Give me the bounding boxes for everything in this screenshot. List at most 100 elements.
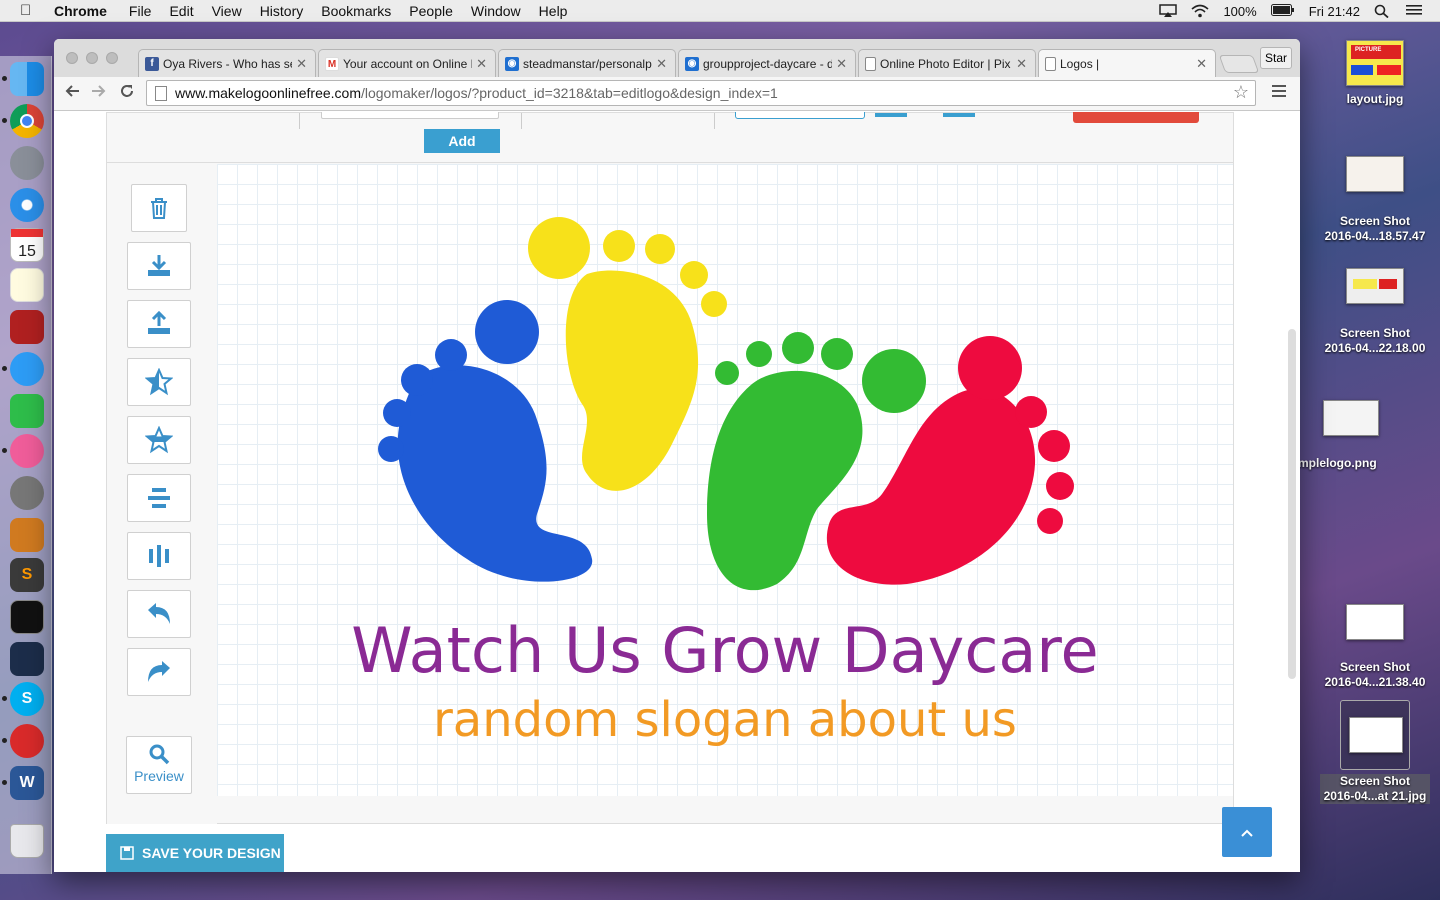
menubar-clock[interactable]: Fri 21:42 (1309, 4, 1360, 19)
calculator-icon[interactable] (10, 518, 44, 552)
color-input[interactable] (735, 112, 865, 119)
bookmark-star-icon[interactable]: ☆ (1233, 82, 1249, 103)
redo-button[interactable] (127, 648, 191, 696)
wunderlist-icon[interactable] (10, 724, 44, 758)
menu-help[interactable]: Help (539, 3, 568, 19)
new-tab-button[interactable] (1218, 55, 1260, 73)
airplay-icon[interactable] (1159, 4, 1178, 18)
reload-icon[interactable] (117, 83, 137, 104)
trash-icon[interactable] (10, 824, 44, 858)
tab-github-personal[interactable]: ◉ steadmanstar/personalp ✕ (498, 49, 676, 77)
launchpad-icon[interactable] (10, 146, 44, 180)
safari-icon[interactable] (10, 188, 44, 222)
desktop-file-sublabel: 2016-04...22.18.00 (1324, 341, 1426, 355)
save-design-button[interactable]: SAVE YOUR DESIGN (106, 834, 284, 872)
notes-icon[interactable] (10, 268, 44, 302)
sublime-text-icon[interactable]: S (10, 558, 44, 592)
notification-center-icon[interactable] (1406, 4, 1424, 18)
file-thumbnail (1346, 156, 1404, 192)
text-input[interactable] (321, 112, 499, 119)
chrome-icon[interactable] (10, 104, 44, 138)
github-icon: ◉ (685, 56, 699, 71)
wifi-icon[interactable] (1191, 4, 1209, 18)
finder-icon[interactable] (10, 62, 44, 96)
option-button[interactable] (943, 113, 975, 117)
tab-close-icon[interactable]: ✕ (656, 56, 667, 72)
desktop-file[interactable]: Screen Shot 2016-04...21.38.40 (1310, 604, 1440, 690)
system-preferences-icon[interactable] (10, 476, 44, 510)
add-button[interactable]: Add (424, 129, 500, 153)
logo-slogan-text[interactable]: random slogan about us (217, 692, 1233, 748)
tab-logos[interactable]: Logos | ✕ (1038, 49, 1216, 78)
window-minimize-button[interactable] (86, 52, 98, 64)
align-horizontal-button[interactable] (127, 474, 191, 522)
blue-footprint[interactable] (378, 300, 593, 582)
tab-close-icon[interactable]: ✕ (296, 56, 307, 72)
yellow-footprint[interactable] (528, 217, 727, 491)
tab-close-icon[interactable]: ✕ (1196, 56, 1207, 72)
menu-window[interactable]: Window (471, 3, 521, 19)
bring-front-button[interactable] (127, 358, 191, 406)
upload-button[interactable] (127, 300, 191, 348)
desktop-file[interactable]: Screen Shot 2016-04...22.18.00 (1310, 268, 1440, 356)
preview-button[interactable]: Preview (126, 736, 192, 794)
tab-close-icon[interactable]: ✕ (1016, 56, 1027, 72)
battery-icon[interactable] (1270, 4, 1295, 18)
terminal-icon[interactable] (10, 600, 44, 634)
option-button[interactable] (875, 113, 907, 117)
undo-button[interactable] (127, 590, 191, 638)
reset-button[interactable] (1073, 112, 1199, 123)
download-button[interactable] (127, 242, 191, 290)
align-vertical-button[interactable] (127, 532, 191, 580)
window-close-button[interactable] (66, 52, 78, 64)
footprints-graphic[interactable] (217, 164, 1233, 604)
scroll-to-top-button[interactable] (1222, 807, 1272, 857)
desktop-file[interactable]: mplelogo.png (1286, 400, 1416, 471)
page-content: Add Preview Watch Us Grow Daycare random… (54, 112, 1300, 872)
delete-button[interactable] (131, 184, 187, 232)
design-canvas[interactable]: Watch Us Grow Daycare random slogan abou… (217, 164, 1233, 796)
calendar-icon[interactable]: 15 (10, 228, 44, 262)
brackets-icon[interactable] (10, 642, 44, 676)
photo-booth-icon[interactable] (10, 310, 44, 344)
chrome-menu-icon[interactable] (1272, 85, 1286, 100)
apple-icon[interactable]:  (20, 2, 36, 19)
page-info-icon[interactable] (155, 85, 167, 101)
word-icon[interactable]: W (10, 766, 44, 800)
desktop-file[interactable]: PICTURE layout.jpg (1310, 40, 1440, 107)
profile-button[interactable]: Star (1260, 47, 1292, 69)
menu-history[interactable]: History (260, 3, 304, 19)
tab-close-icon[interactable]: ✕ (476, 56, 487, 72)
window-zoom-button[interactable] (106, 52, 118, 64)
skype-icon[interactable]: S (10, 682, 44, 716)
desktop-file-sublabel: 2016-04...18.57.47 (1324, 229, 1426, 243)
browser-toolbar: www.makelogoonlinefree.com/logomaker/log… (54, 77, 1300, 111)
page-scrollbar[interactable] (1288, 329, 1296, 679)
desktop-file[interactable]: Screen Shot 2016-04...18.57.47 (1310, 156, 1440, 244)
desktop-file-selected[interactable]: Screen Shot 2016-04...at 21.jpg (1310, 700, 1440, 805)
facetime-icon[interactable] (10, 394, 44, 428)
preview-label: Preview (134, 768, 184, 784)
tab-close-icon[interactable]: ✕ (836, 56, 847, 72)
menu-view[interactable]: View (212, 3, 242, 19)
address-bar[interactable]: www.makelogoonlinefree.com/logomaker/log… (146, 80, 1256, 106)
tab-facebook[interactable]: f Oya Rivers - Who has se ✕ (138, 49, 316, 77)
tab-github-groupproject[interactable]: ◉ groupproject-daycare - d ✕ (678, 49, 856, 77)
itunes-icon[interactable] (10, 434, 44, 468)
desktop-file-label: Screen Shot (1339, 774, 1410, 788)
menu-people[interactable]: People (409, 3, 453, 19)
back-arrow-icon[interactable] (62, 83, 82, 104)
forward-arrow-icon[interactable] (89, 83, 109, 104)
send-back-button[interactable] (127, 416, 191, 464)
menu-file[interactable]: File (129, 3, 152, 19)
divider (521, 113, 522, 129)
spotlight-search-icon[interactable] (1374, 4, 1392, 19)
running-indicator (2, 738, 7, 743)
logo-title-text[interactable]: Watch Us Grow Daycare (217, 614, 1233, 687)
tab-photo-editor[interactable]: Online Photo Editor | Pix ✕ (858, 49, 1036, 77)
menu-bookmarks[interactable]: Bookmarks (321, 3, 391, 19)
messages-icon[interactable] (10, 352, 44, 386)
menu-app-name[interactable]: Chrome (54, 3, 107, 19)
tab-gmail[interactable]: M Your account on Online L ✕ (318, 49, 496, 77)
menu-edit[interactable]: Edit (169, 3, 193, 19)
